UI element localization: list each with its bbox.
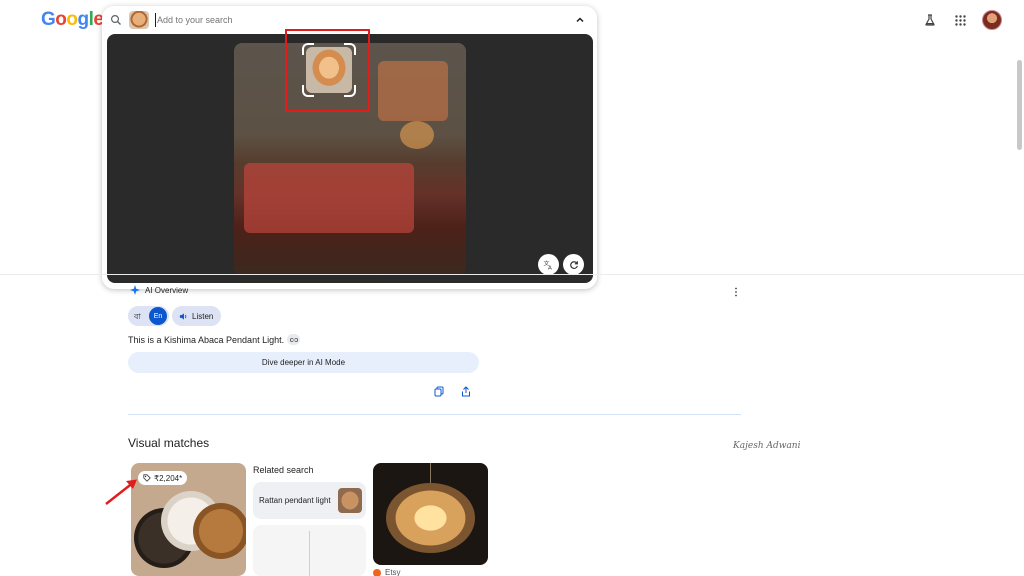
svg-text:A: A (548, 265, 552, 270)
visual-match-card[interactable] (373, 463, 488, 565)
related-search-label: Rattan pendant light (259, 496, 331, 505)
ai-answer-text: This is a Kishima Abaca Pendant Light. (128, 335, 285, 345)
related-search-heading: Related search (253, 465, 314, 475)
listen-label: Listen (192, 311, 214, 321)
apps-grid-icon[interactable] (952, 12, 968, 28)
price-label: ₹2,204* (154, 473, 183, 483)
language-option-english[interactable]: En (149, 307, 167, 325)
ai-sparkle-icon (130, 285, 140, 295)
source-link-chip[interactable] (287, 334, 300, 345)
section-divider (128, 414, 741, 415)
logo-letter: g (77, 9, 90, 30)
dive-deeper-ai-mode-button[interactable]: Dive deeper in AI Mode (128, 352, 479, 373)
labs-flask-icon[interactable] (922, 12, 938, 28)
copy-icon[interactable] (434, 386, 444, 397)
chevron-up-icon[interactable] (574, 14, 586, 26)
logo-letter: G (41, 9, 56, 30)
google-logo[interactable]: Google (41, 9, 104, 31)
annotation-highlight-box (285, 29, 370, 112)
visual-matches-heading: Visual matches (128, 436, 210, 450)
related-search-card[interactable] (253, 525, 366, 576)
tag-icon (143, 474, 151, 482)
visual-match-card[interactable]: ₹2,204* (131, 463, 246, 576)
price-tag: ₹2,204* (138, 471, 188, 485)
search-icon (110, 14, 121, 25)
etsy-favicon-icon (373, 568, 381, 576)
speaker-icon (179, 312, 187, 320)
result-source[interactable]: Etsy (373, 568, 401, 576)
header-divider (0, 274, 1024, 275)
ai-overview-label: AI Overview (145, 286, 189, 295)
annotation-arrow (105, 479, 137, 505)
refresh-button[interactable] (563, 254, 584, 275)
related-search-thumbnail (338, 488, 362, 513)
translate-icon: 文A (543, 259, 552, 270)
logo-letter: o (55, 9, 67, 30)
account-avatar[interactable] (982, 10, 1002, 30)
source-name: Etsy (385, 568, 401, 576)
logo-letter: o (66, 9, 78, 30)
refresh-icon (569, 260, 578, 269)
translate-button[interactable]: 文A (538, 254, 559, 275)
link-icon (289, 337, 298, 342)
listen-button[interactable]: Listen (172, 306, 221, 326)
search-input[interactable] (155, 13, 455, 27)
page-scrollbar[interactable] (1017, 60, 1022, 150)
related-search-chip[interactable]: Rattan pendant light (253, 482, 366, 519)
language-toggle[interactable]: বা En (128, 306, 169, 326)
search-image-thumbnail[interactable] (129, 11, 149, 29)
language-option-bengali[interactable]: বা (134, 311, 141, 324)
more-options-icon[interactable] (733, 286, 739, 298)
author-signature: Kajesh Adwani (733, 441, 801, 451)
share-icon[interactable] (461, 386, 471, 397)
